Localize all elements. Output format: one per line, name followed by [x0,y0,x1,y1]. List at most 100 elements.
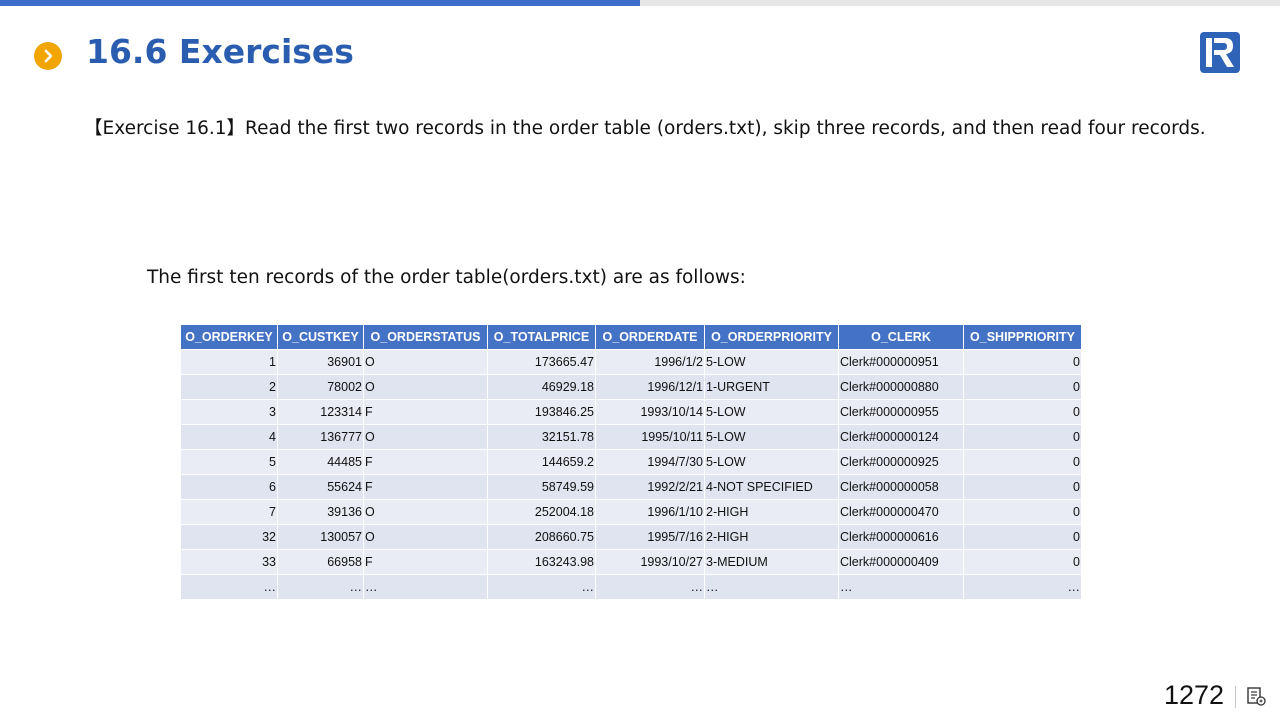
table-cell: 1996/1/10 [595,499,705,525]
table-cell: … [277,574,364,600]
table-cell: 130057 [277,524,364,550]
table-cell: … [595,574,705,600]
table-row: …………………… [180,574,1082,600]
column-header[interactable]: O_TOTALPRICE [487,324,596,350]
table-cell: O [363,374,488,400]
column-header[interactable]: O_ORDERKEY [180,324,278,350]
table-cell: 4 [180,424,278,450]
page-title: 16.6 Exercises [86,32,354,71]
table-cell: 32151.78 [487,424,596,450]
chevron-right-icon [34,42,62,70]
table-cell: 2-HIGH [704,524,839,550]
table-cell: … [838,574,964,600]
table-row: 6 55624 F 58749.59 1992/2/21 4-NOT SPECIFIED C… [180,474,1082,500]
table-cell: 2-HIGH [704,499,839,525]
table-cell: 78002 [277,374,364,400]
table-cell: … [487,574,596,600]
table-cell: 0 [963,424,1082,450]
table-cell: 66958 [277,549,364,575]
table-cell: 1994/7/30 [595,449,705,475]
table-cell: 123314 [277,399,364,425]
progress-track [0,0,1280,6]
table-row: 7 39136 O 252004.18 1996/1/10 2-HIGH Clerk#000… [180,499,1082,525]
table-cell: 0 [963,549,1082,575]
table-cell: O [363,524,488,550]
table-cell: 58749.59 [487,474,596,500]
table-cell: … [963,574,1082,600]
table-cell: 2 [180,374,278,400]
divider [1235,686,1236,708]
table-cell: 5-LOW [704,424,839,450]
column-header[interactable]: O_ORDERPRIORITY [704,324,839,350]
table-cell: 5-LOW [704,449,839,475]
table-cell: O [363,499,488,525]
r-logo-icon [1199,31,1241,74]
table-cell: 55624 [277,474,364,500]
table-cell: Clerk#000000925 [838,449,964,475]
table-cell: 7 [180,499,278,525]
table-header-row: O_ORDERKEY O_CUSTKEY O_ORDERSTATUS O_TOT… [180,324,1082,350]
table-cell: 163243.98 [487,549,596,575]
table-cell: Clerk#000000951 [838,349,964,375]
table-row: 5 44485 F 144659.2 1994/7/30 5-LOW Clerk#00000… [180,449,1082,475]
table-cell: Clerk#000000470 [838,499,964,525]
table-cell: … [704,574,839,600]
table-cell: 1996/12/1 [595,374,705,400]
table-cell: 0 [963,449,1082,475]
table-cell: 1993/10/14 [595,399,705,425]
table-cell: 0 [963,374,1082,400]
table-cell: 39136 [277,499,364,525]
table-row: 32 130057 O 208660.75 1995/7/16 2-HIGH Clerk#0… [180,524,1082,550]
table-cell: 1995/7/16 [595,524,705,550]
exercise-text: 【Exercise 16.1】Read the first two record… [84,118,1206,139]
table-cell: 5-LOW [704,399,839,425]
table-cell: O [363,424,488,450]
table-cell: 32 [180,524,278,550]
table-row: 33 66958 F 163243.98 1993/10/27 3-MEDIUM Clerk… [180,549,1082,575]
column-header[interactable]: O_SHIPPRIORITY [963,324,1082,350]
table-cell: 36901 [277,349,364,375]
table-cell: F [363,399,488,425]
table-cell: 0 [963,499,1082,525]
table-cell: 6 [180,474,278,500]
table-cell: 0 [963,524,1082,550]
table-cell: 136777 [277,424,364,450]
table-cell: 1996/1/2 [595,349,705,375]
table-cell: 44485 [277,449,364,475]
column-header[interactable]: O_CLERK [838,324,964,350]
table-cell: O [363,349,488,375]
table-cell: Clerk#000000616 [838,524,964,550]
table-cell: 5-LOW [704,349,839,375]
table-row: 3 123314 F 193846.25 1993/10/14 5-LOW Clerk#00… [180,399,1082,425]
table-cell: 144659.2 [487,449,596,475]
table-cell: … [180,574,278,600]
table-cell: 46929.18 [487,374,596,400]
table-cell: 0 [963,474,1082,500]
table-cell: 193846.25 [487,399,596,425]
table-row: 4 136777 O 32151.78 1995/10/11 5-LOW Clerk#000… [180,424,1082,450]
table-cell: Clerk#000000955 [838,399,964,425]
table-cell: 208660.75 [487,524,596,550]
table-cell: … [363,574,488,600]
page-number: 1272 [1164,680,1225,710]
column-header[interactable]: O_CUSTKEY [277,324,364,350]
table-cell: 4-NOT SPECIFIED [704,474,839,500]
table-cell: 1 [180,349,278,375]
table-cell: 33 [180,549,278,575]
table-cell: 3-MEDIUM [704,549,839,575]
column-header[interactable]: O_ORDERSTATUS [363,324,488,350]
table-cell: Clerk#000000880 [838,374,964,400]
table-row: 1 36901 O 173665.47 1996/1/2 5-LOW Clerk#00000… [180,349,1082,375]
notes-icon[interactable] [1246,686,1266,706]
table-cell: 3 [180,399,278,425]
table-row: 2 78002 O 46929.18 1996/12/1 1-URGENT Clerk#00… [180,374,1082,400]
orders-table: O_ORDERKEY O_CUSTKEY O_ORDERSTATUS O_TOT… [180,324,1082,600]
table-cell: F [363,449,488,475]
table-cell: 5 [180,449,278,475]
column-header[interactable]: O_ORDERDATE [595,324,705,350]
progress-fill [0,0,640,6]
table-cell: 1995/10/11 [595,424,705,450]
table-cell: 1992/2/21 [595,474,705,500]
table-cell: 1993/10/27 [595,549,705,575]
table-cell: 173665.47 [487,349,596,375]
